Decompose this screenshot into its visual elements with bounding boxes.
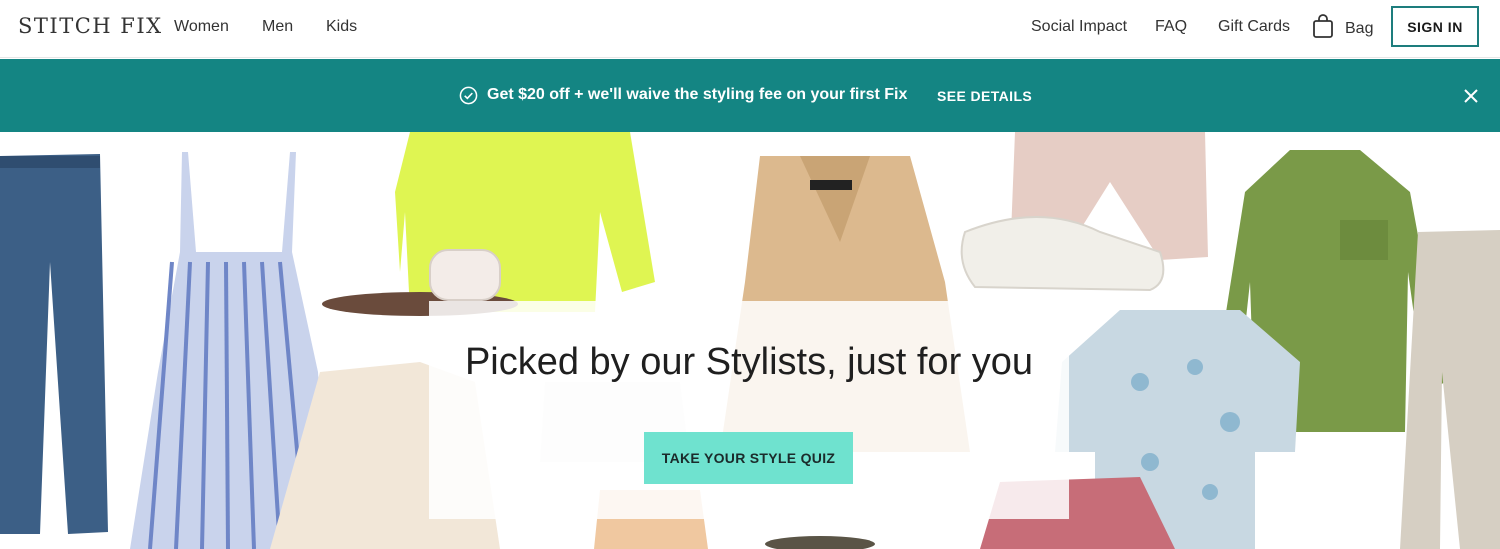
nav-gift-cards[interactable]: Gift Cards (1218, 18, 1290, 36)
hero-card: Picked by our Stylists, just for you TAK… (429, 301, 1069, 519)
stitch-fix-logo[interactable]: STITCH FIX (18, 14, 163, 38)
style-quiz-button[interactable]: TAKE YOUR STYLE QUIZ (644, 432, 853, 484)
nav-women[interactable]: Women (174, 18, 229, 36)
nav-kids[interactable]: Kids (326, 18, 357, 36)
nav-social-impact[interactable]: Social Impact (1031, 18, 1127, 36)
bag-icon[interactable] (1312, 13, 1334, 39)
nav-faq[interactable]: FAQ (1155, 18, 1187, 36)
hero-title: Picked by our Stylists, just for you (464, 341, 1034, 383)
promo-message: Get $20 off + we'll waive the styling fe… (487, 86, 908, 103)
sign-in-button[interactable]: SIGN IN (1391, 6, 1479, 47)
bottom-sandals-image (765, 536, 875, 549)
see-details-link[interactable]: SEE DETAILS (937, 88, 1032, 104)
promo-banner: Get $20 off + we'll waive the styling fe… (0, 59, 1500, 132)
close-icon[interactable] (1463, 88, 1479, 104)
sneakers-image (960, 216, 1165, 292)
site-header: STITCH FIX Women Men Kids Social Impact … (0, 0, 1500, 58)
hero-section: Picked by our Stylists, just for you TAK… (0, 132, 1500, 549)
jeans-image (0, 154, 108, 534)
check-circle-icon (459, 86, 478, 105)
nav-men[interactable]: Men (262, 18, 293, 36)
nav-bag[interactable]: Bag (1345, 20, 1373, 38)
